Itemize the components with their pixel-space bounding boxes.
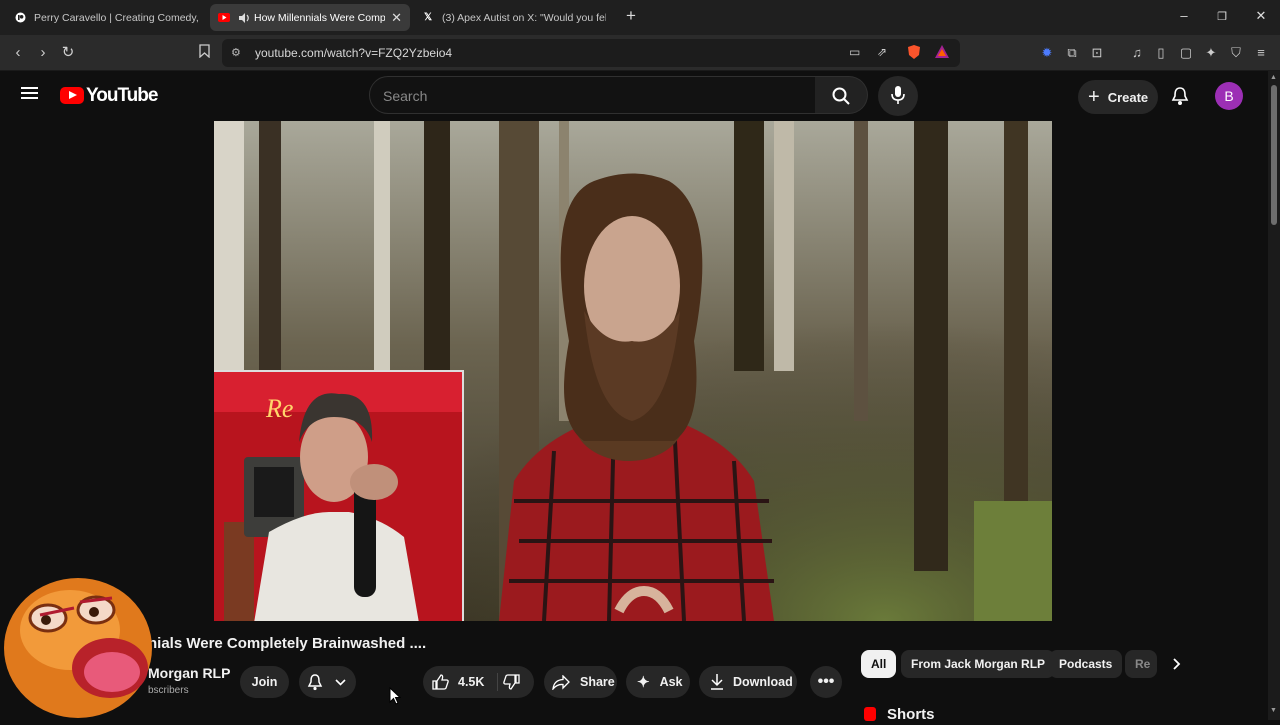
menu-icon[interactable]: ≡ — [1253, 45, 1269, 61]
share-button[interactable]: Share — [544, 666, 617, 698]
chip-all[interactable]: All — [861, 650, 897, 678]
picture-in-picture-streamer: Re — [214, 370, 464, 621]
forward-icon[interactable]: › — [33, 44, 53, 62]
create-label: Create — [1107, 89, 1149, 105]
minimize-icon[interactable]: – — [1174, 8, 1194, 23]
neon-sign-text: Re — [266, 394, 294, 423]
ask-button[interactable]: ✦ Ask — [626, 666, 690, 698]
url-text[interactable]: youtube.com/watch?v=FZQ2Yzbeio4 — [255, 46, 452, 60]
media-music-icon[interactable]: ♫ — [1129, 45, 1145, 61]
ask-label: Ask — [659, 675, 683, 689]
bell-icon — [307, 674, 323, 691]
tab-title: (3) Apex Autist on X: "Would you fel — [442, 11, 606, 24]
thumbs-up-icon — [432, 674, 449, 690]
account-avatar[interactable]: B — [1215, 82, 1243, 110]
sparkle-icon: ✦ — [637, 674, 650, 691]
search-icon — [832, 87, 850, 105]
mouse-cursor-icon — [389, 686, 402, 710]
brave-shields-icon[interactable] — [907, 44, 921, 65]
chip-podcasts[interactable]: Podcasts — [1049, 650, 1123, 678]
share-icon — [552, 674, 570, 690]
shorts-heading: Shorts — [887, 706, 935, 723]
scrollbar-thumb[interactable] — [1271, 85, 1277, 225]
chip-related[interactable]: Re — [1125, 650, 1157, 678]
brave-rewards-icon[interactable] — [935, 45, 949, 63]
more-actions-icon[interactable]: ••• — [810, 666, 842, 698]
notifications-bell-icon[interactable] — [1171, 86, 1189, 111]
like-dislike-group: 4.5K — [423, 666, 534, 698]
bookmark-icon[interactable] — [194, 44, 214, 63]
chevron-down-icon — [335, 678, 346, 686]
restore-icon[interactable]: ❐ — [1212, 10, 1232, 23]
video-title: nials Were Completely Brainwashed .... — [148, 635, 427, 652]
leo-ai-icon[interactable]: ✦ — [1203, 45, 1219, 61]
screenshot-icon[interactable]: ⊡ — [1089, 45, 1105, 61]
page-scrollbar[interactable]: ▲ ▼ — [1268, 71, 1280, 720]
cast-icon[interactable]: ▭ — [849, 45, 860, 59]
tab-title: How Millennials Were Comple — [254, 11, 386, 24]
download-icon — [711, 674, 723, 690]
share-page-icon[interactable]: ⇗ — [877, 45, 887, 59]
browser-toolbar: ‹ › ↻ ⚙ youtube.com/watch?v=FZQ2Yzbeio4 … — [0, 35, 1280, 71]
sidebar-icon[interactable]: ▯ — [1153, 45, 1169, 61]
subscribed-notifications-button[interactable] — [299, 666, 356, 698]
youtube-logo-icon[interactable] — [60, 87, 84, 104]
patreon-icon — [14, 12, 26, 24]
tab-patreon[interactable]: Perry Caravello | Creating Comedy, V — [6, 4, 206, 31]
join-button[interactable]: Join — [240, 666, 289, 698]
extensions-puzzle-icon[interactable]: ⧉ — [1064, 45, 1080, 61]
channel-name[interactable]: Morgan RLP — [148, 665, 230, 681]
tab-youtube-active[interactable]: How Millennials Were Comple ✕ — [210, 4, 410, 31]
thumbs-down-icon — [503, 674, 520, 690]
reload-icon[interactable]: ↻ — [58, 44, 78, 62]
extension-gear-icon[interactable]: ✹ — [1039, 45, 1055, 61]
microphone-icon — [891, 86, 905, 104]
search-input[interactable]: Search — [369, 76, 816, 114]
youtube-header: YouTube Search + Create B — [0, 71, 1268, 121]
tab-x[interactable]: 𝕏 (3) Apex Autist on X: "Would you fel — [414, 4, 614, 31]
chips-next-icon[interactable] — [1163, 650, 1191, 678]
site-settings-icon[interactable]: ⚙ — [231, 46, 241, 59]
search-button[interactable] — [815, 76, 868, 114]
youtube-icon — [218, 12, 230, 24]
scroll-up-arrow-icon[interactable]: ▲ — [1270, 74, 1277, 81]
video-details: nials Were Completely Brainwashed .... M… — [0, 621, 1268, 723]
window-close-icon[interactable]: ✕ — [1251, 8, 1271, 24]
x-logo-icon: 𝕏 — [423, 12, 433, 23]
divider — [497, 673, 498, 691]
youtube-logo-text[interactable]: YouTube — [86, 85, 158, 107]
back-icon[interactable]: ‹ — [8, 44, 28, 62]
new-tab-icon[interactable]: + — [621, 6, 641, 26]
audio-playing-icon[interactable] — [238, 12, 250, 24]
wallet-icon[interactable]: ▢ — [1178, 45, 1194, 61]
streamer-scene — [214, 372, 462, 621]
close-tab-icon[interactable]: ✕ — [391, 10, 402, 26]
create-button[interactable]: + Create — [1078, 80, 1158, 114]
potato-face-icon — [4, 578, 152, 718]
share-label: Share — [580, 675, 615, 689]
like-count: 4.5K — [458, 675, 485, 689]
search-placeholder: Search — [383, 88, 428, 104]
chip-from-channel[interactable]: From Jack Morgan RLP — [901, 650, 1056, 678]
tab-title: Perry Caravello | Creating Comedy, V — [34, 11, 198, 24]
download-button[interactable]: Download — [699, 666, 797, 698]
plus-icon: + — [1088, 86, 1100, 108]
vpn-shield-icon[interactable]: ⛉ — [1228, 45, 1244, 61]
shorts-logo-icon — [864, 707, 876, 721]
address-bar[interactable]: ⚙ youtube.com/watch?v=FZQ2Yzbeio4 ▭ ⇗ — [222, 39, 960, 67]
like-button[interactable]: 4.5K — [423, 666, 489, 698]
voice-search-button[interactable] — [878, 76, 918, 116]
dislike-button[interactable] — [503, 674, 520, 693]
download-label: Download — [733, 675, 793, 689]
scroll-down-arrow-icon[interactable]: ▼ — [1270, 707, 1277, 714]
browser-tab-bar: Perry Caravello | Creating Comedy, V How… — [0, 0, 1280, 35]
hamburger-menu-icon[interactable] — [21, 85, 39, 101]
potato-sticker-overlay — [0, 560, 160, 720]
